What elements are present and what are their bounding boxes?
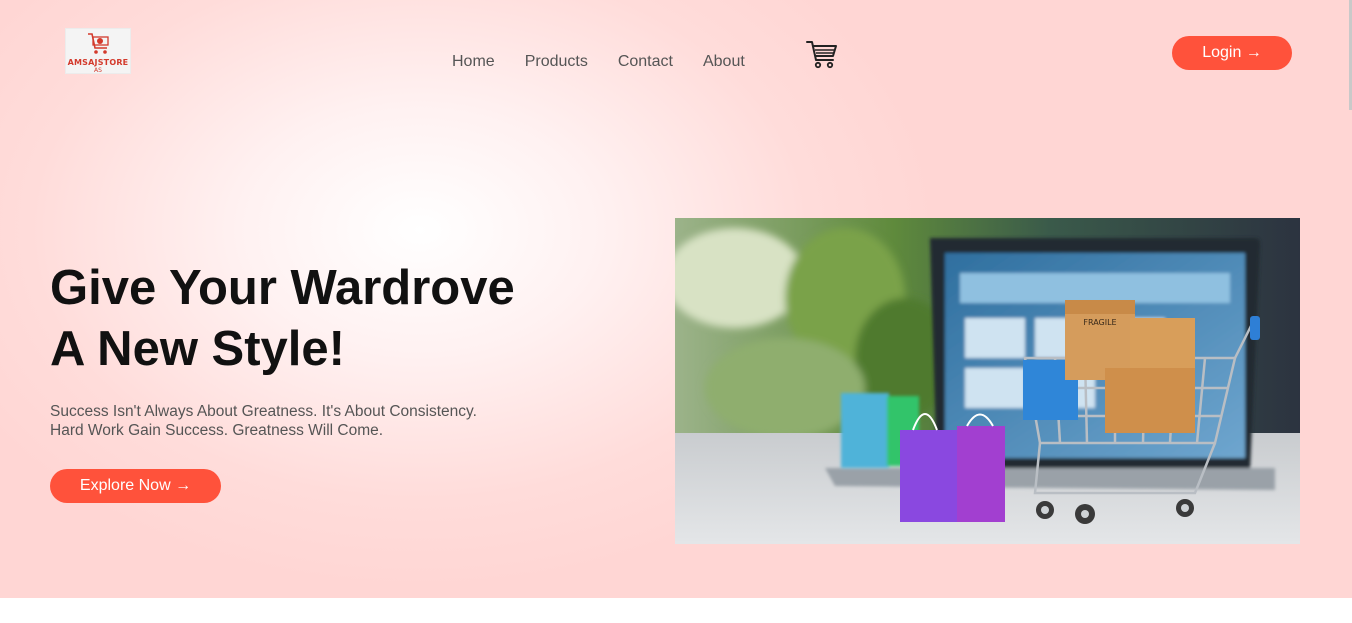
logo-sub-text: AS: [94, 67, 102, 74]
hero-headline-line1: Give Your Wardrove: [50, 261, 515, 315]
hero-image: FRAGILE: [675, 218, 1300, 544]
site-logo[interactable]: AMSAJSTORE AS: [65, 28, 131, 74]
nav-about[interactable]: About: [703, 53, 745, 71]
hero-headline-line2: A New Style!: [50, 322, 345, 376]
nav-products[interactable]: Products: [525, 53, 588, 71]
logo-cart-icon: [88, 33, 109, 54]
hero-tagline-line1: Success Isn't Always About Greatness. It…: [50, 403, 477, 420]
main-nav: Home Products Contact About: [452, 53, 775, 71]
hero-headline: Give Your Wardrove A New Style!: [50, 258, 610, 380]
nav-contact[interactable]: Contact: [618, 53, 673, 71]
shopping-cart-icon[interactable]: [806, 39, 838, 69]
explore-now-button[interactable]: Explore Now →: [50, 469, 221, 503]
hero-tagline-line2: Hard Work Gain Success. Greatness Will C…: [50, 422, 384, 439]
image-box-label: FRAGILE: [1083, 318, 1116, 327]
hero-tagline: Success Isn't Always About Greatness. It…: [50, 402, 530, 440]
logo-brand-text: AMSAJSTORE: [67, 58, 129, 67]
login-button[interactable]: Login →: [1172, 36, 1292, 70]
nav-home[interactable]: Home: [452, 53, 495, 71]
